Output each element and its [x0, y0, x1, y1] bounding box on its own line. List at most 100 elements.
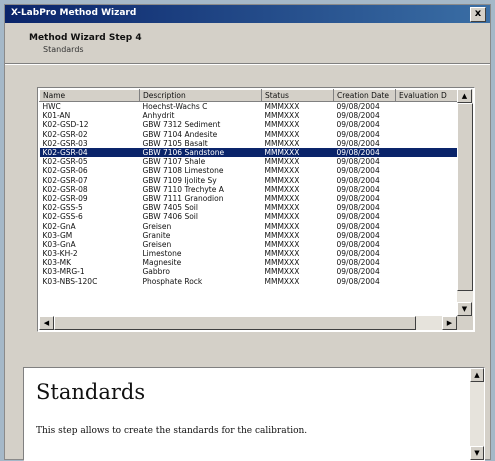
table-cell: 09/08/2004	[333, 147, 396, 158]
table-cell: K02-GSS-6	[42, 212, 83, 222]
table-cell: K02-GSR-04	[39, 147, 140, 158]
standards-list[interactable]: Name Description Status Creation Date Evalua…	[37, 87, 475, 332]
table-cell: Greisen	[142, 239, 172, 249]
table-cell: K02-GSR-09	[42, 193, 88, 203]
table-cell	[396, 102, 458, 112]
scroll-right-icon[interactable]: ▶	[442, 316, 457, 330]
table-cell: GBW 7104 Andesite	[142, 129, 218, 139]
table-cell	[396, 157, 458, 166]
table-cell: K02-GSR-02	[42, 129, 88, 139]
help-scroll-up-icon[interactable]: ▲	[470, 368, 484, 382]
table-row[interactable]: K03-NBS-120C Phosphate Rock MMMXXX 09/08/20…	[40, 277, 458, 286]
table-cell: MMMXXX	[264, 221, 300, 231]
table-cell: GBW 7312 Sediment	[142, 120, 221, 130]
table-row[interactable]: K02-GSR-08 GBW 7110 Trechyte A MMMXXX 09/08…	[40, 185, 458, 194]
table-cell: 09/08/2004	[336, 221, 380, 231]
table-cell: GBW 7109 Ijolite Sy	[142, 175, 217, 185]
table-row[interactable]: K02-GSD-12 GBW 7312 Sediment MMMXXX 09/08/2…	[40, 120, 458, 129]
table-row[interactable]: K02-GSR-04 GBW 7106 Sandstone MMMXXX 09/08/…	[39, 147, 457, 158]
table-row[interactable]: K03-GM Granite MMMXXX 09/08/2004	[40, 231, 458, 240]
table-cell: 09/08/2004	[336, 267, 380, 277]
table-row[interactable]: K02-GSS-6 GBW 7406 Soil MMMXXX 09/08/2004	[40, 212, 458, 221]
step-subtitle: Standards	[43, 45, 84, 54]
table-cell: 09/08/2004	[336, 203, 380, 213]
table-row[interactable]: HWC Hoechst-Wachs C MMMXXX 09/08/2004	[40, 102, 458, 112]
table-cell: Hoechst-Wachs C	[142, 102, 208, 112]
table-cell: Phosphate Rock	[142, 276, 203, 286]
table-cell: 09/08/2004	[336, 230, 380, 240]
table-row[interactable]: K01-AN Anhydrit MMMXXX 09/08/2004	[40, 111, 458, 120]
scroll-up-icon[interactable]: ▲	[457, 89, 472, 103]
table-cell: K02-GSR-05	[42, 157, 88, 167]
help-panel: Standards This step allows to create the…	[23, 367, 485, 461]
horizontal-scrollbar[interactable]: ◀ ▶	[39, 316, 457, 330]
table-row[interactable]: K03-KH-2 Limestone MMMXXX 09/08/2004	[40, 249, 458, 258]
help-text: This step allows to create the standards…	[36, 426, 308, 436]
table-cell: GBW 7106 Sandstone	[139, 147, 262, 158]
table-row[interactable]: K02-GSR-06 GBW 7108 Limestone MMMXXX 09/08/…	[40, 166, 458, 175]
scroll-thumb-horizontal[interactable]	[54, 316, 416, 330]
table-cell: HWC	[42, 102, 61, 112]
table-cell	[395, 147, 457, 158]
scroll-thumb-vertical[interactable]	[457, 103, 473, 291]
close-button[interactable]: x	[470, 7, 486, 22]
column-header[interactable]: Creation Date	[333, 89, 396, 102]
column-header[interactable]: Evaluation D	[395, 89, 457, 102]
table-cell: K02-GnA	[42, 221, 76, 231]
table-cell: MMMXXX	[261, 147, 334, 158]
scroll-down-icon[interactable]: ▼	[457, 302, 472, 316]
table-cell: K03-MRG-1	[42, 267, 85, 277]
title-bar[interactable]: X-LabPro Method Wizard x	[5, 5, 490, 23]
table-cell: MMMXXX	[264, 249, 300, 259]
vertical-scrollbar[interactable]: ▲ ▼	[457, 89, 473, 316]
table-cell: K03-GnA	[42, 239, 76, 249]
table-cell: MMMXXX	[264, 276, 300, 286]
table-cell: MMMXXX	[264, 239, 300, 249]
table-cell: MMMXXX	[264, 230, 300, 240]
scroll-left-icon[interactable]: ◀	[39, 316, 54, 330]
table-cell: MMMXXX	[264, 111, 300, 121]
table-cell	[396, 120, 458, 129]
table-row[interactable]: K03-MK Magnesite MMMXXX 09/08/2004	[40, 258, 458, 267]
help-scrollbar[interactable]: ▲ ▼	[470, 368, 484, 460]
step-title: Method Wizard Step 4	[29, 33, 142, 43]
standards-table: Name Description Status Creation Date Evalua…	[39, 89, 457, 286]
table-cell: 09/08/2004	[336, 138, 380, 148]
table-row[interactable]: K02-GSS-5 GBW 7405 Soil MMMXXX 09/08/2004	[40, 203, 458, 212]
column-header[interactable]: Status	[261, 89, 334, 102]
table-row[interactable]: K03-GnA Greisen MMMXXX 09/08/2004	[40, 240, 458, 249]
table-row[interactable]: K02-GSR-09 GBW 7111 Granodion MMMXXX 09/08/…	[40, 194, 458, 203]
table-cell: MMMXXX	[264, 120, 300, 130]
table-row[interactable]: K03-MRG-1 Gabbro MMMXXX 09/08/2004	[40, 267, 458, 276]
table-cell: 09/08/2004	[336, 212, 380, 222]
table-cell: K02-GSD-12	[42, 120, 89, 130]
table-row[interactable]: K02-GSR-02 GBW 7104 Andesite MMMXXX 09/08/2…	[40, 130, 458, 139]
table-cell: 09/08/2004	[336, 120, 380, 130]
table-cell: K02-GSR-07	[42, 175, 88, 185]
table-row[interactable]: K02-GSR-05 GBW 7107 Shale MMMXXX 09/08/2004	[40, 157, 458, 166]
table-cell: 09/08/2004	[336, 258, 380, 268]
table-cell	[396, 194, 458, 203]
table-cell: Greisen	[142, 221, 172, 231]
table-cell: 09/08/2004	[336, 175, 380, 185]
table-header: Name Description Status Creation Date Evalua…	[39, 89, 457, 102]
table-cell: Gabbro	[142, 267, 170, 277]
table-row[interactable]: K02-GnA Greisen MMMXXX 09/08/2004	[40, 221, 458, 231]
table-cell: MMMXXX	[264, 184, 300, 194]
table-cell: MMMXXX	[264, 102, 300, 112]
table-cell: 09/08/2004	[336, 157, 380, 167]
table-cell: K03-NBS-120C	[42, 276, 98, 286]
table-row[interactable]: K02-GSR-07 GBW 7109 Ijolite Sy MMMXXX 09/08…	[40, 176, 458, 185]
table-cell: 09/08/2004	[336, 129, 380, 139]
table-cell: MMMXXX	[264, 129, 300, 139]
column-header[interactable]: Description	[139, 89, 262, 102]
table-cell: 09/08/2004	[336, 184, 380, 194]
table-cell: Limestone	[142, 249, 182, 259]
help-scroll-down-icon[interactable]: ▼	[470, 446, 484, 460]
table-cell: 09/08/2004	[336, 111, 380, 121]
column-header[interactable]: Name	[39, 89, 140, 102]
table-cell	[396, 267, 458, 276]
table-cell	[396, 185, 458, 194]
table-cell: GBW 7110 Trechyte A	[142, 184, 224, 194]
table-row[interactable]: K02-GSR-03 GBW 7105 Basalt MMMXXX 09/08/200…	[40, 139, 458, 148]
